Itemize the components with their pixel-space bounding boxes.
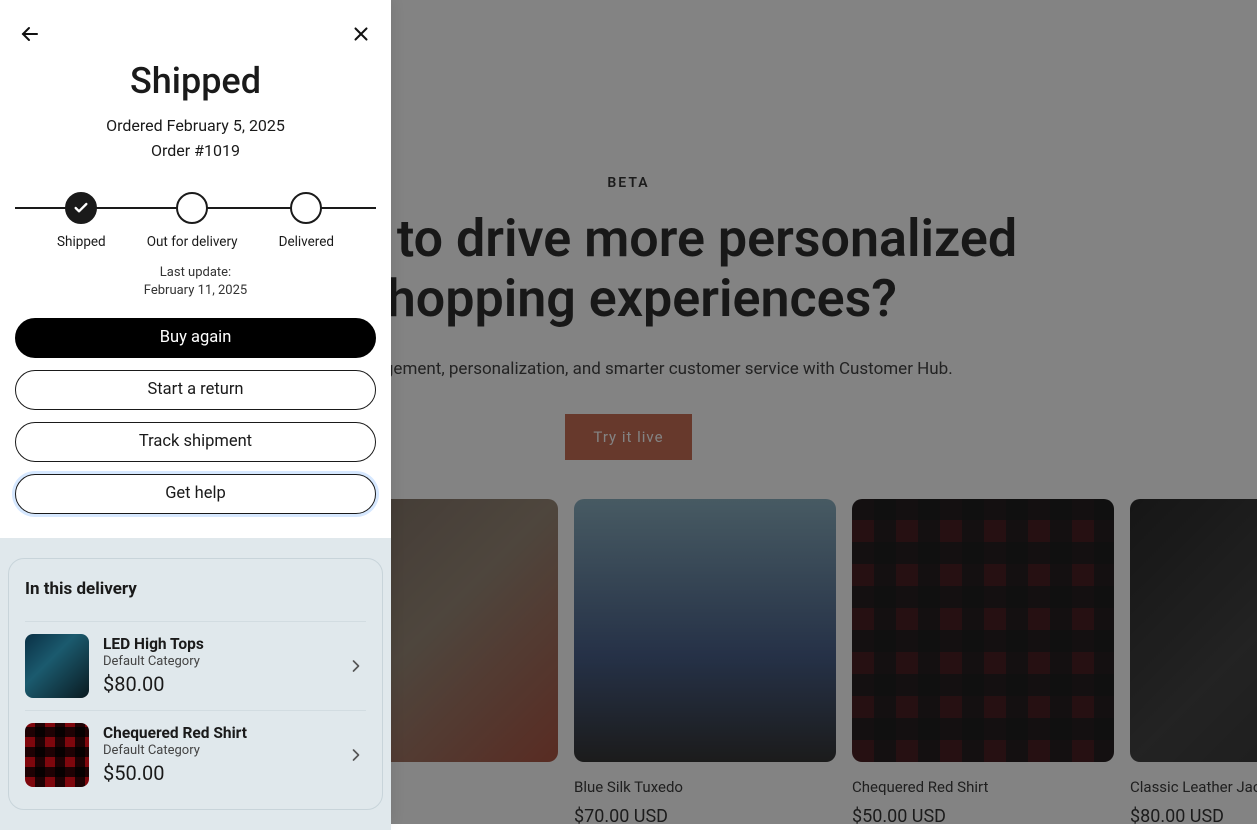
buy-again-button[interactable]: Buy again: [15, 318, 376, 358]
last-update: Last update: February 11, 2025: [0, 264, 391, 300]
item-info: Chequered Red Shirt Default Category $50…: [103, 724, 332, 785]
step-circle: [176, 192, 208, 224]
track-shipment-button[interactable]: Track shipment: [15, 422, 376, 462]
close-button[interactable]: [347, 20, 375, 48]
delivery-item[interactable]: Chequered Red Shirt Default Category $50…: [25, 710, 366, 799]
back-button[interactable]: [16, 20, 44, 48]
delivery-heading: In this delivery: [25, 579, 366, 599]
chevron-right-icon: [346, 745, 366, 765]
close-icon: [350, 23, 372, 45]
step-out-for-delivery: Out for delivery: [147, 192, 238, 250]
order-meta: Ordered February 5, 2025 Order #1019: [0, 114, 391, 164]
item-name: Chequered Red Shirt: [103, 724, 332, 742]
delivery-item[interactable]: LED High Tops Default Category $80.00: [25, 621, 366, 710]
step-circle: [290, 192, 322, 224]
step-label: Out for delivery: [147, 234, 238, 250]
item-thumbnail: [25, 634, 89, 698]
item-thumbnail: [25, 723, 89, 787]
arrow-left-icon: [18, 22, 42, 46]
step-label: Shipped: [57, 234, 106, 250]
item-price: $80.00: [103, 672, 332, 696]
panel-header: [0, 0, 391, 54]
item-category: Default Category: [103, 743, 332, 758]
step-shipped: Shipped: [57, 192, 106, 250]
item-price: $50.00: [103, 761, 332, 785]
delivery-section: In this delivery LED High Tops Default C…: [0, 538, 391, 830]
panel-title: Shipped: [0, 60, 391, 102]
step-delivered: Delivered: [279, 192, 334, 250]
delivery-card: In this delivery LED High Tops Default C…: [8, 558, 383, 810]
order-id: Order #1019: [0, 139, 391, 164]
item-info: LED High Tops Default Category $80.00: [103, 635, 332, 696]
item-category: Default Category: [103, 654, 332, 669]
last-update-date: February 11, 2025: [0, 282, 391, 300]
step-circle-done: [65, 192, 97, 224]
start-return-button[interactable]: Start a return: [15, 370, 376, 410]
last-update-label: Last update:: [0, 264, 391, 282]
check-icon: [73, 200, 89, 216]
shipping-stepper: Shipped Out for delivery Delivered: [15, 192, 376, 244]
get-help-button[interactable]: Get help: [15, 474, 376, 514]
item-name: LED High Tops: [103, 635, 332, 653]
step-label: Delivered: [279, 234, 334, 250]
chevron-right-icon: [346, 656, 366, 676]
ordered-date: Ordered February 5, 2025: [0, 114, 391, 139]
order-status-panel: Shipped Ordered February 5, 2025 Order #…: [0, 0, 391, 824]
action-buttons: Buy again Start a return Track shipment …: [0, 300, 391, 536]
